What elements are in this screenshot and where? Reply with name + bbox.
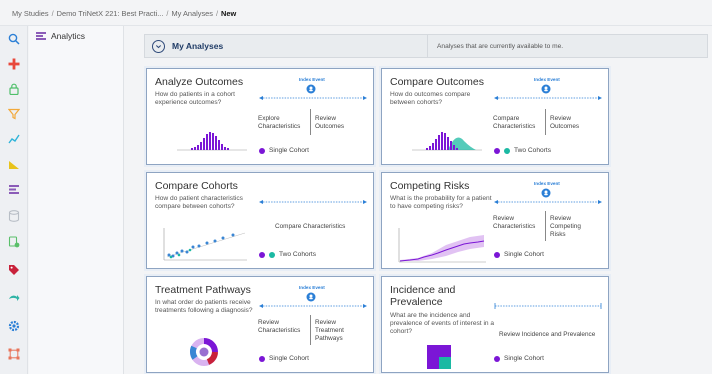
card-compare-cohorts[interactable]: Compare Cohorts How do patient character… xyxy=(146,172,374,269)
card-title: Competing Risks xyxy=(390,180,470,192)
document-add-icon[interactable] xyxy=(7,235,21,249)
step-2: Review Treatment Pathways xyxy=(315,319,344,342)
chevron-down-icon xyxy=(155,44,162,48)
section-title: My Analyses xyxy=(172,41,224,51)
step-1: Compare Characteristics xyxy=(493,115,536,130)
step-1: Review Characteristics xyxy=(493,215,536,230)
icon-rail xyxy=(0,26,28,374)
timeline-arrow xyxy=(494,96,602,100)
index-event-label: Index Event xyxy=(534,77,560,82)
step-1: Compare Characteristics xyxy=(275,223,346,230)
step-2: Review Outcomes xyxy=(315,115,345,130)
timeline-arrow xyxy=(259,200,367,204)
area-chart-icon[interactable] xyxy=(7,157,21,171)
sidebar-item-label: Analytics xyxy=(51,31,86,41)
step-1: Explore Characteristics xyxy=(258,115,301,130)
scatter-thumbnail xyxy=(163,228,247,261)
trend-icon[interactable] xyxy=(7,132,21,146)
main-content: My Analyses Analyses that are currently … xyxy=(124,26,712,374)
search-icon[interactable] xyxy=(7,32,21,46)
card-subtitle: What are the incidence and prevalence of … xyxy=(390,312,495,335)
card-title: Analyze Outcomes xyxy=(155,76,244,88)
cohort-indicator: Single Cohort xyxy=(259,355,309,362)
collapse-toggle[interactable] xyxy=(152,39,165,53)
step-1: Review Incidence and Prevalence xyxy=(499,331,596,338)
filter-icon[interactable] xyxy=(7,107,21,121)
card-subtitle: How do patient characteristics compare be… xyxy=(155,195,243,210)
timeline-arrow xyxy=(494,200,602,204)
card-title: Treatment Pathways xyxy=(155,284,251,296)
card-competing-risks[interactable]: Competing Risks What is the probability … xyxy=(381,172,609,269)
tag-icon[interactable] xyxy=(7,263,21,277)
index-event-pin-icon xyxy=(306,292,316,302)
card-subtitle: How do outcomes compare between cohorts? xyxy=(390,91,471,106)
timeline-bracket xyxy=(494,303,602,309)
database-icon[interactable] xyxy=(7,209,21,223)
card-compare-outcomes[interactable]: Compare Outcomes How do outcomes compare… xyxy=(381,68,609,165)
cohort-indicator: Single Cohort xyxy=(494,355,544,362)
incidence-prevalence-thumbnail xyxy=(427,345,451,369)
my-analyses-header[interactable]: My Analyses Analyses that are currently … xyxy=(144,34,708,58)
lock-icon[interactable] xyxy=(7,82,21,96)
plus-icon[interactable] xyxy=(7,57,21,71)
cohort-indicator: Two Cohorts xyxy=(494,147,551,154)
analytics-menu-icon xyxy=(36,31,46,41)
sidebar-item-analytics[interactable]: Analytics xyxy=(36,31,85,41)
card-title: Compare Cohorts xyxy=(155,180,238,192)
distribution-thumbnail xyxy=(412,132,482,151)
analytics-icon[interactable] xyxy=(7,182,21,196)
breadcrumb-study[interactable]: Demo TriNetX 221: Best Practi... xyxy=(57,9,164,18)
analytics-panel: Analytics xyxy=(29,26,124,374)
distribution-thumbnail xyxy=(177,132,247,151)
card-subtitle: What is the probability for a patient to … xyxy=(390,195,492,210)
step-2: Review Competing Risks xyxy=(550,215,581,238)
breadcrumb-my-studies[interactable]: My Studies xyxy=(12,9,49,18)
cohort-indicator: Single Cohort xyxy=(259,147,309,154)
sunburst-thumbnail xyxy=(189,338,218,366)
step-2: Review Outcomes xyxy=(550,115,580,130)
index-event-pin-icon xyxy=(306,84,316,94)
step-1: Review Characteristics xyxy=(258,319,301,334)
index-event-label: Index Event xyxy=(534,181,560,186)
cumulative-incidence-thumbnail xyxy=(398,228,486,263)
network-icon[interactable] xyxy=(7,347,21,361)
timeline-arrow xyxy=(259,304,367,308)
card-analyze-outcomes[interactable]: Analyze Outcomes How do patients in a co… xyxy=(146,68,374,165)
card-incidence-prevalence[interactable]: Incidence and Prevalence What are the inc… xyxy=(381,276,609,373)
breadcrumb-my-analyses[interactable]: My Analyses xyxy=(171,9,213,18)
section-description: Analyses that are currently available to… xyxy=(437,42,564,50)
cohort-indicator: Single Cohort xyxy=(494,251,544,258)
index-event-pin-icon xyxy=(541,84,551,94)
card-subtitle: How do patients in a cohort experience ou… xyxy=(155,91,235,106)
index-event-pin-icon xyxy=(541,188,551,198)
breadcrumb: My Studies / Demo TriNetX 221: Best Practi… xyxy=(0,0,712,26)
index-event-label: Index Event xyxy=(299,285,325,290)
index-event-label: Index Event xyxy=(299,77,325,82)
share-icon[interactable] xyxy=(7,291,21,305)
breadcrumb-current: New xyxy=(221,9,237,18)
cohort-indicator: Two Cohorts xyxy=(259,251,316,258)
card-subtitle: In what order do patients receive treatme… xyxy=(155,299,253,314)
card-treatment-pathways[interactable]: Treatment Pathways In what order do pati… xyxy=(146,276,374,373)
card-title: Incidence and Prevalence xyxy=(390,284,456,308)
timeline-arrow xyxy=(259,96,367,100)
gear-icon[interactable] xyxy=(7,319,21,333)
card-title: Compare Outcomes xyxy=(390,76,484,88)
